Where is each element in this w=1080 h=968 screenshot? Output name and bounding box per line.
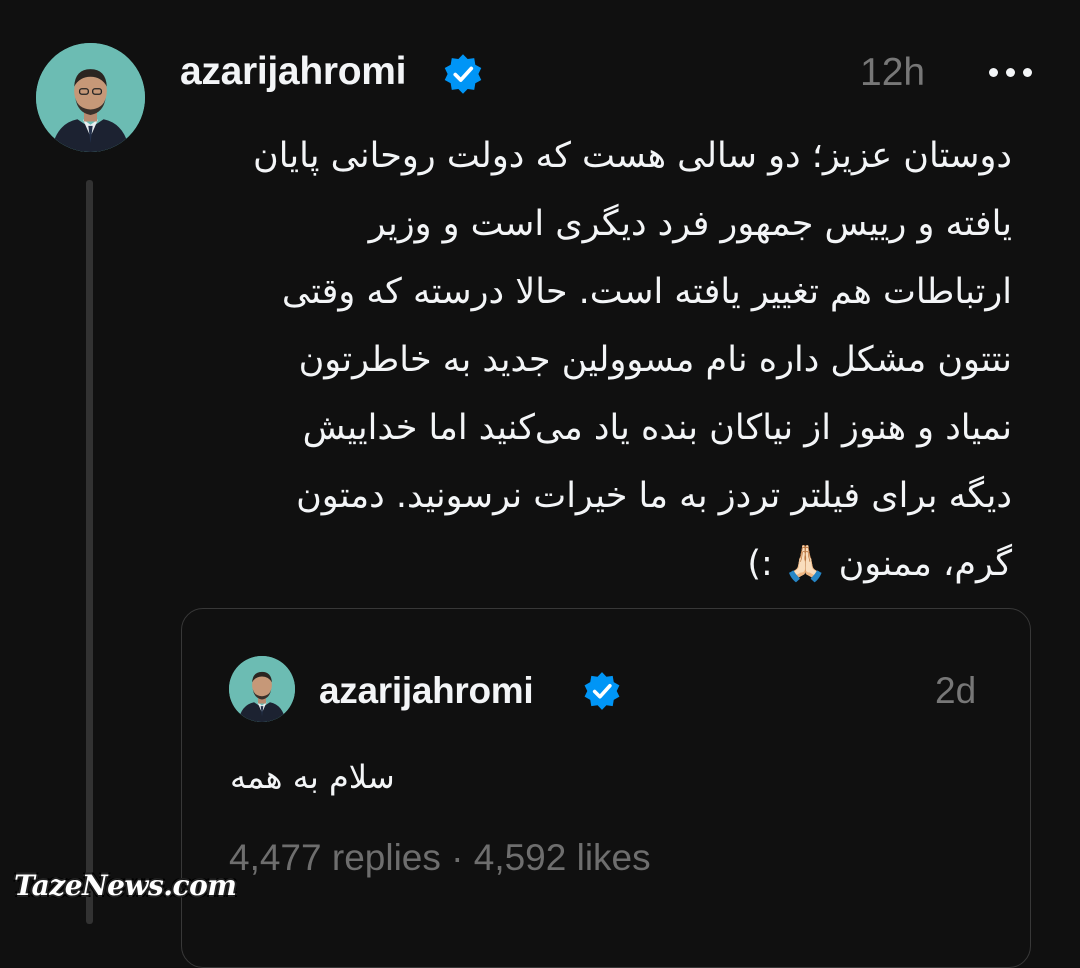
avatar-photo-icon — [229, 656, 295, 722]
post-username[interactable]: azarijahromi — [180, 48, 406, 96]
post-text-line: نمیاد و هنوز از نیاکان بنده یاد می‌کنید … — [302, 408, 1012, 448]
more-horizontal-icon — [1005, 67, 1015, 77]
thread-line — [86, 180, 93, 924]
quoted-post-stats[interactable]: 4,477 replies · 4,592 likes — [229, 833, 651, 883]
quoted-profile-avatar[interactable] — [229, 656, 295, 722]
profile-avatar[interactable] — [36, 43, 145, 152]
post-text-line: دوستان عزیز؛ دو سالی هست که دولت روحانی … — [253, 136, 1012, 176]
post-text-line: نتتون مشکل داره نام مسوولین جدید به خاطر… — [298, 340, 1012, 380]
post-text-line: دیگه برای فیلتر تردز به ما خیرات نرسونید… — [296, 476, 1012, 516]
quoted-post-card[interactable]: azarijahromi 2d سلام به همه 4,477 replie… — [181, 608, 1031, 968]
avatar-photo-icon — [36, 43, 145, 152]
quoted-post-timestamp: 2d — [935, 670, 977, 711]
more-options-button[interactable] — [980, 52, 1040, 92]
post-text-line: یافته و رییس جمهور فرد دیگری است و وزیر — [368, 204, 1012, 244]
post-body-text: دوستان عزیز؛ دو سالی هست که دولت روحانی … — [172, 122, 1012, 598]
quoted-post-text: سلام به همه — [230, 758, 395, 796]
post-text-line: ارتباطات هم تغییر یافته است. حالا درسته … — [281, 272, 1012, 312]
post-text-line: گرم، ممنون 🙏🏻 :) — [747, 544, 1012, 584]
more-horizontal-icon — [988, 67, 998, 77]
verified-badge-icon — [441, 52, 485, 96]
quoted-post-username[interactable]: azarijahromi — [319, 669, 534, 713]
verified-badge-icon — [581, 670, 623, 712]
post-timestamp: 12h — [860, 51, 926, 94]
watermark-logo: TazeNews.com — [14, 869, 237, 902]
more-horizontal-icon — [1022, 67, 1032, 77]
